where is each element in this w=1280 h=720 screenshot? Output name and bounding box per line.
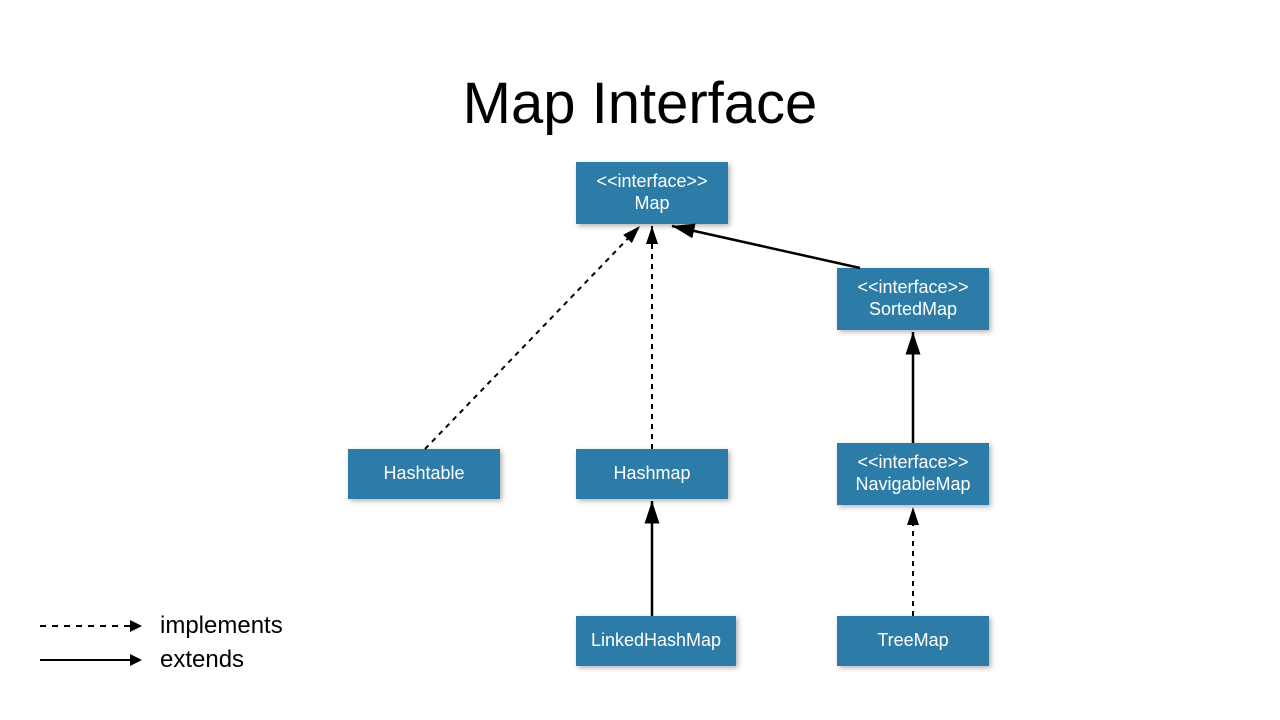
node-hashtable-name: Hashtable	[383, 463, 464, 485]
legend-implements-row: implements	[40, 612, 283, 640]
legend-implements-label: implements	[160, 612, 283, 640]
node-navigablemap: <<interface>> NavigableMap	[837, 443, 989, 505]
node-map-stereotype: <<interface>>	[596, 171, 707, 193]
node-navigablemap-stereotype: <<interface>>	[857, 452, 968, 474]
node-treemap-name: TreeMap	[877, 630, 948, 652]
node-navigablemap-name: NavigableMap	[855, 474, 970, 496]
legend-extends-line	[40, 659, 140, 661]
diagram-title: Map Interface	[463, 70, 818, 137]
legend-extends-row: extends	[40, 646, 283, 674]
node-treemap: TreeMap	[837, 616, 989, 666]
node-sortedmap-name: SortedMap	[869, 299, 957, 321]
node-linkedhashmap-name: LinkedHashMap	[591, 630, 721, 652]
legend-implements-line	[40, 625, 140, 627]
legend: implements extends	[40, 612, 283, 680]
node-linkedhashmap: LinkedHashMap	[576, 616, 736, 666]
node-hashmap-name: Hashmap	[613, 463, 690, 485]
edge-sortedmap-map	[672, 226, 860, 268]
node-hashmap: Hashmap	[576, 449, 728, 499]
node-sortedmap: <<interface>> SortedMap	[837, 268, 989, 330]
edge-hashtable-map	[425, 226, 640, 449]
node-map-name: Map	[634, 193, 669, 215]
node-sortedmap-stereotype: <<interface>>	[857, 277, 968, 299]
node-map: <<interface>> Map	[576, 162, 728, 224]
node-hashtable: Hashtable	[348, 449, 500, 499]
legend-extends-label: extends	[160, 646, 244, 674]
